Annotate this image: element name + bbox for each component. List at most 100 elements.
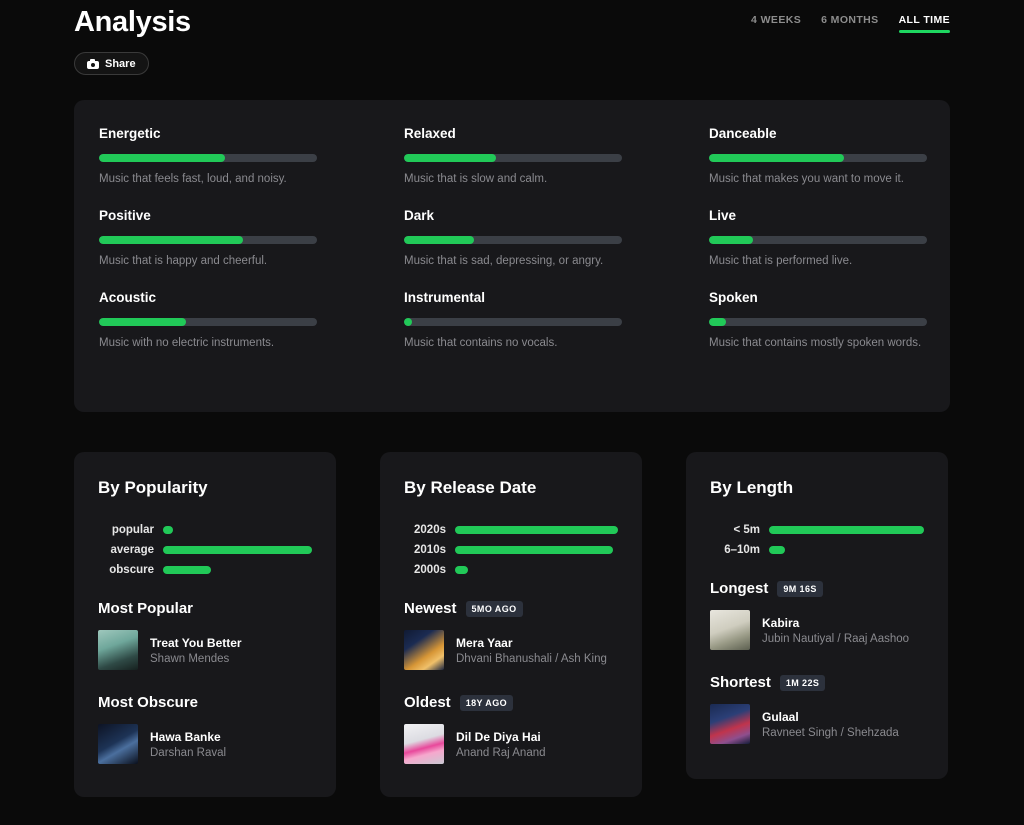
track-name: Kabira bbox=[762, 615, 800, 630]
attribute-description: Music that feels fast, loud, and noisy. bbox=[99, 173, 287, 185]
distribution-bar-label: 2000s bbox=[414, 564, 446, 576]
track-name: Treat You Better bbox=[150, 635, 242, 650]
distribution-bar-row: average bbox=[98, 544, 312, 556]
distribution-bar-row: 2000s bbox=[404, 564, 618, 576]
attribute-progress-track bbox=[404, 318, 622, 326]
attribute-progress-fill bbox=[99, 318, 187, 326]
attribute-description: Music that makes you want to move it. bbox=[709, 173, 904, 185]
attribute-description: Music that is performed live. bbox=[709, 255, 853, 267]
share-button-label: Share bbox=[105, 57, 136, 70]
list-item[interactable]: Treat You Better Shawn Mendes bbox=[98, 630, 312, 670]
track-name: Gulaal bbox=[762, 709, 799, 724]
attribute-name: Relaxed bbox=[404, 126, 456, 141]
distribution-bar-track bbox=[455, 546, 618, 554]
card-section: Newest 5MO AGO Mera Yaar Dhvani Bhanushali … bbox=[404, 600, 618, 670]
attributes-panel: Energetic Music that feels fast, loud, an… bbox=[74, 100, 950, 412]
distribution-bar-label: popular bbox=[111, 524, 154, 536]
card-section-title: Oldest bbox=[404, 694, 451, 711]
distribution-bar-fill bbox=[163, 526, 173, 534]
distribution-bar-fill bbox=[455, 546, 614, 554]
list-item[interactable]: Kabira Jubin Nautiyal / Raaj Aashoo bbox=[710, 610, 924, 650]
time-range-tab-6-months[interactable]: 6 MONTHS bbox=[821, 14, 878, 33]
distribution-bars: < 5m 6–10m bbox=[710, 524, 924, 556]
attribute-progress-track bbox=[404, 236, 622, 244]
attribute-name: Spoken bbox=[709, 290, 758, 305]
attribute-live: Live Music that is performed live. bbox=[709, 208, 927, 267]
attribute-name: Energetic bbox=[99, 126, 161, 141]
card-section-header: Shortest 1M 22S bbox=[710, 674, 924, 691]
track-name: Dil De Diya Hai bbox=[456, 729, 541, 744]
attribute-description: Music that contains no vocals. bbox=[404, 337, 558, 349]
album-art bbox=[404, 630, 444, 670]
card-section: Oldest 18Y AGO Dil De Diya Hai Anand Raj An… bbox=[404, 694, 618, 764]
distribution-bars: popular average obscure bbox=[98, 524, 312, 576]
attribute-relaxed: Relaxed Music that is slow and calm. bbox=[404, 126, 622, 185]
distribution-bar-track bbox=[769, 526, 924, 534]
attribute-progress-track bbox=[99, 318, 317, 326]
page-title: Analysis bbox=[74, 6, 191, 38]
distribution-bar-row: popular bbox=[98, 524, 312, 536]
attribute-name: Live bbox=[709, 208, 737, 223]
track-name: Hawa Banke bbox=[150, 729, 221, 744]
card-section: Most Obscure Hawa Banke Darshan Raval bbox=[98, 694, 312, 764]
share-button[interactable]: Share bbox=[74, 52, 149, 75]
by-popularity-card: By Popularity popular average obscure Most P… bbox=[74, 452, 336, 797]
distribution-bar-track bbox=[163, 526, 312, 534]
attribute-acoustic: Acoustic Music with no electric instrumen… bbox=[99, 290, 317, 349]
album-art bbox=[710, 610, 750, 650]
card-title: By Popularity bbox=[98, 478, 208, 497]
attribute-energetic: Energetic Music that feels fast, loud, an… bbox=[99, 126, 317, 185]
page-header: Analysis Share 4 WEEKS 6 MONTHS ALL TIME bbox=[0, 0, 1024, 92]
attribute-name: Dark bbox=[404, 208, 435, 223]
distribution-bar-fill bbox=[163, 566, 211, 574]
list-item[interactable]: Mera Yaar Dhvani Bhanushali / Ash King bbox=[404, 630, 618, 670]
card-title: By Length bbox=[710, 478, 794, 497]
attributes-grid: Energetic Music that feels fast, loud, an… bbox=[99, 126, 927, 349]
analysis-page: Analysis Share 4 WEEKS 6 MONTHS ALL TIME E… bbox=[0, 0, 1024, 825]
attribute-progress-track bbox=[404, 154, 622, 162]
track-name: Mera Yaar bbox=[456, 635, 513, 650]
attribute-dark: Dark Music that is sad, depressing, or an… bbox=[404, 208, 622, 267]
card-title: By Release Date bbox=[404, 478, 537, 497]
track-meta: Dil De Diya Hai Anand Raj Anand bbox=[456, 730, 546, 759]
distribution-bar-label: 6–10m bbox=[724, 544, 760, 556]
distribution-bar-label: < 5m bbox=[733, 524, 760, 536]
attribute-description: Music with no electric instruments. bbox=[99, 337, 275, 349]
card-section: Shortest 1M 22S Gulaal Ravneet Singh / Sheh… bbox=[710, 674, 924, 744]
distribution-bar-row: < 5m bbox=[710, 524, 924, 536]
attribute-name: Instrumental bbox=[404, 290, 486, 305]
attribute-description: Music that is sad, depressing, or angry. bbox=[404, 255, 604, 267]
track-meta: Gulaal Ravneet Singh / Shehzada bbox=[762, 710, 899, 739]
time-range-tab-all-time[interactable]: ALL TIME bbox=[898, 14, 951, 33]
track-meta: Hawa Banke Darshan Raval bbox=[150, 730, 226, 759]
time-range-tab-4-weeks[interactable]: 4 WEEKS bbox=[751, 14, 801, 33]
distribution-bar-row: 2010s bbox=[404, 544, 618, 556]
by-release-date-card: By Release Date 2020s 2010s 2000s Newest 5MO … bbox=[380, 452, 642, 797]
distribution-bar-row: 6–10m bbox=[710, 544, 924, 556]
attribute-name: Positive bbox=[99, 208, 151, 223]
summary-cards: By Popularity popular average obscure Most P… bbox=[74, 452, 950, 797]
card-section-header: Most Popular bbox=[98, 600, 312, 617]
attribute-progress-track bbox=[709, 318, 927, 326]
attribute-name: Acoustic bbox=[99, 290, 157, 305]
album-art bbox=[98, 630, 138, 670]
distribution-bar-track bbox=[163, 546, 312, 554]
list-item[interactable]: Dil De Diya Hai Anand Raj Anand bbox=[404, 724, 618, 764]
distribution-bar-track bbox=[769, 546, 924, 554]
attribute-progress-track bbox=[99, 236, 317, 244]
distribution-bar-fill bbox=[455, 566, 469, 574]
distribution-bar-label: 2010s bbox=[414, 544, 446, 556]
attribute-progress-track bbox=[709, 236, 927, 244]
attribute-description: Music that is slow and calm. bbox=[404, 173, 548, 185]
track-artist: Darshan Raval bbox=[150, 746, 227, 759]
list-item[interactable]: Hawa Banke Darshan Raval bbox=[98, 724, 312, 764]
track-meta: Treat You Better Shawn Mendes bbox=[150, 636, 242, 665]
list-item[interactable]: Gulaal Ravneet Singh / Shehzada bbox=[710, 704, 924, 744]
distribution-bar-label: 2020s bbox=[414, 524, 446, 536]
attribute-progress-track bbox=[99, 154, 317, 162]
card-section: Most Popular Treat You Better Shawn Mendes bbox=[98, 600, 312, 670]
status-badge: 1M 22S bbox=[779, 674, 826, 691]
track-artist: Dhvani Bhanushali / Ash King bbox=[456, 652, 607, 665]
attribute-progress-fill bbox=[709, 154, 845, 162]
card-section-title: Longest bbox=[710, 580, 769, 597]
